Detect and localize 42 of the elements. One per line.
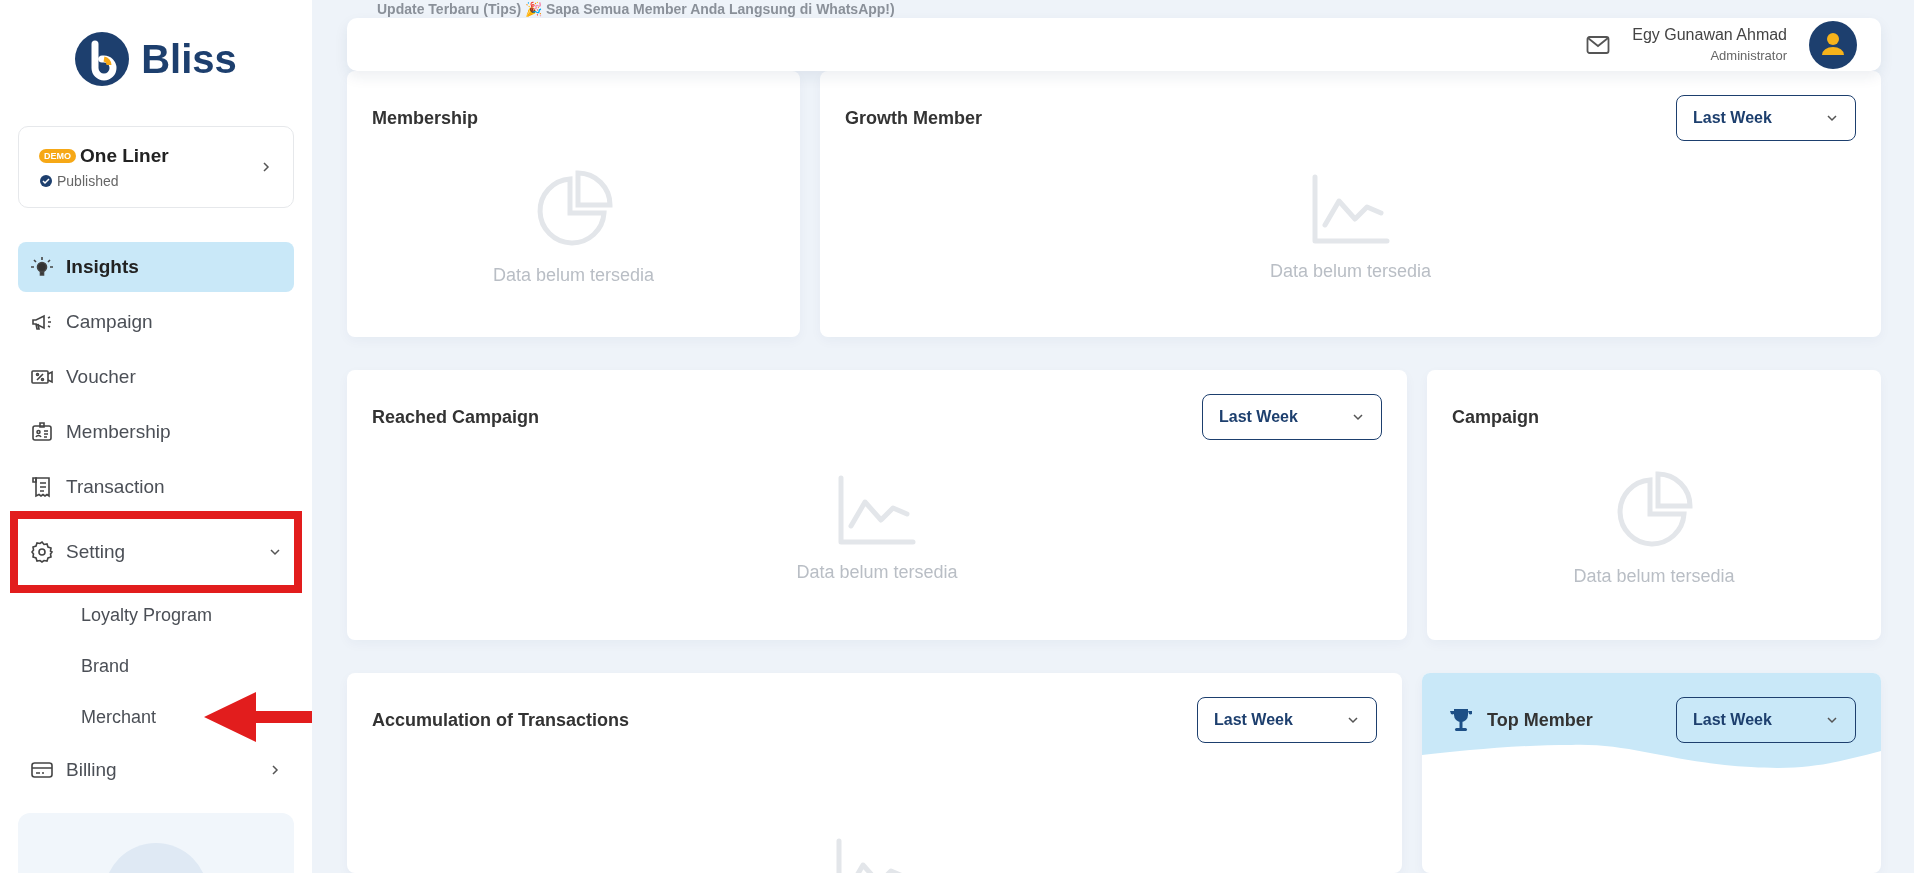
gear-icon	[30, 540, 54, 564]
lightbulb-icon	[30, 255, 54, 279]
period-dropdown[interactable]: Last Week	[1197, 697, 1377, 743]
line-chart-icon	[837, 473, 917, 546]
card-title: Accumulation of Transactions	[372, 709, 630, 731]
period-dropdown[interactable]: Last Week	[1676, 95, 1856, 141]
card-title: Membership	[372, 107, 479, 129]
mail-icon[interactable]	[1586, 34, 1611, 55]
nav-item[interactable]: Setting	[18, 527, 294, 577]
nav-item[interactable]: Membership	[18, 407, 294, 457]
trophy-icon	[1447, 706, 1475, 734]
project-name: One Liner	[80, 145, 169, 167]
avatar-icon[interactable]	[1809, 20, 1857, 69]
submenu-item[interactable]: Merchant	[18, 694, 294, 740]
verified-icon	[39, 174, 53, 188]
card-title: Campaign	[1452, 406, 1539, 428]
period-dropdown[interactable]: Last Week	[1202, 394, 1382, 440]
nav-item[interactable]: Billing	[18, 745, 294, 795]
line-chart-icon	[1310, 172, 1391, 245]
empty-state-text: Data belum tersedia	[1269, 260, 1432, 282]
project-card[interactable]: DEMO One Liner Published	[18, 126, 294, 208]
nav-item[interactable]: Insights	[18, 242, 294, 292]
nav-item[interactable]: Transaction	[18, 462, 294, 512]
submenu-item[interactable]: Loyalty Program	[18, 592, 294, 638]
nav-item[interactable]: Campaign	[18, 297, 294, 347]
card-title: Growth Member	[845, 107, 982, 129]
card-title: Top Member	[1487, 709, 1593, 731]
empty-state-text: Data belum tersedia	[796, 561, 958, 583]
user-role: Administrator	[1710, 48, 1787, 63]
empty-state-text: Data belum tersedia	[492, 264, 655, 286]
banner-text: Update Terbaru (Tips) 🎉 Sapa Semua Member Anda Langsung di WhatsApp!)	[377, 0, 895, 18]
nav-item[interactable]: Voucher	[18, 352, 294, 402]
user-name: Egy Gunawan Ahmad	[1632, 26, 1787, 44]
publish-status: Published	[57, 173, 119, 189]
id-card-icon	[30, 420, 54, 444]
empty-state-text: Data belum tersedia	[1573, 565, 1735, 587]
period-dropdown[interactable]: Last Week	[1676, 697, 1856, 743]
demo-badge: DEMO	[39, 149, 76, 163]
card-title: Reached Campaign	[372, 406, 540, 428]
submenu-item[interactable]: Brand	[18, 643, 294, 689]
brand-name: Bliss	[141, 36, 237, 82]
logo-icon	[75, 32, 130, 86]
